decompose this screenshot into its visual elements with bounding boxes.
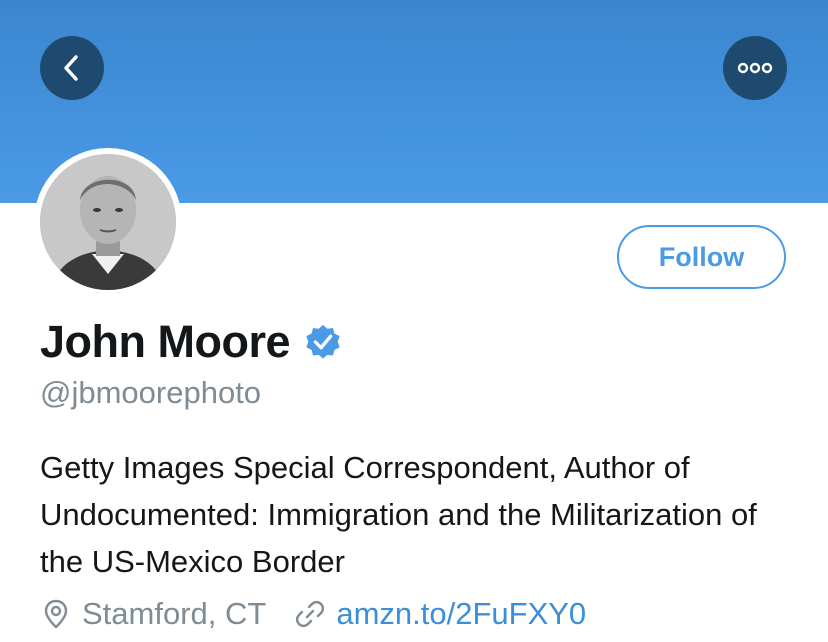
profile-handle: @jbmoorephoto: [40, 375, 262, 410]
avatar-image: [40, 154, 176, 290]
profile-name: John Moore: [40, 316, 291, 367]
profile-name-row: John Moore: [40, 316, 342, 368]
location-pin-icon: [44, 599, 68, 629]
follow-button[interactable]: Follow: [617, 225, 786, 289]
chevron-left-icon: [64, 55, 78, 81]
profile-bio: Getty Images Special Correspondent, Auth…: [40, 450, 757, 579]
more-options-button[interactable]: [723, 36, 787, 100]
verified-badge-icon: [306, 324, 340, 359]
link-icon: [296, 600, 325, 628]
avatar[interactable]: [34, 148, 182, 296]
ellipsis-icon: [737, 62, 773, 74]
profile-location: Stamford, CT: [82, 596, 267, 631]
profile-meta: Stamford, CT amzn.to/2FuFXY0: [40, 596, 586, 632]
back-button[interactable]: [40, 36, 104, 100]
profile-link[interactable]: amzn.to/2FuFXY0: [336, 596, 586, 632]
